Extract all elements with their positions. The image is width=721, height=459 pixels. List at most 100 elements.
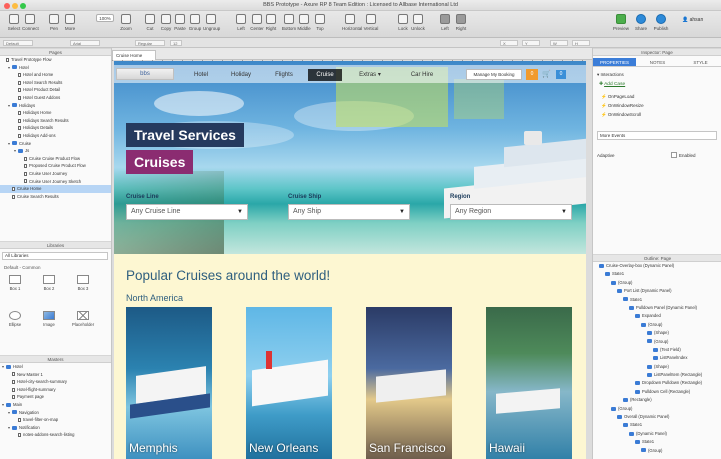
pages-item[interactable]: ▾ Holidays xyxy=(0,102,111,110)
y-field[interactable]: Y xyxy=(522,40,540,46)
cruise-card-new-orleans[interactable]: New Orleans xyxy=(246,307,332,459)
manage-booking-button[interactable]: Manage My Booking xyxy=(466,69,522,80)
pages-item[interactable]: Hotel Search Results xyxy=(0,79,111,87)
toolbar-button-horizontal-17[interactable]: Horizontal xyxy=(342,14,362,36)
cruise-card-memphis[interactable]: Memphis xyxy=(126,307,212,459)
preview-button[interactable]: Preview xyxy=(612,14,630,36)
outline-item[interactable]: (Shape) xyxy=(593,329,721,337)
nav-item-hotel[interactable]: Hotel xyxy=(184,69,218,81)
nav-item-holiday[interactable]: Holiday xyxy=(222,69,260,81)
pages-item[interactable]: Cruise User Journey Sketch xyxy=(0,178,111,186)
event-item[interactable]: ⚡ OnPageLoad xyxy=(601,92,716,101)
pages-item[interactable]: ▾ Hotel xyxy=(0,64,111,72)
pages-item[interactable]: Holidays Search Results xyxy=(0,117,111,125)
pages-item[interactable]: Cruise Home xyxy=(0,185,111,193)
masters-item[interactable]: New Master 1 xyxy=(0,371,111,379)
outline-item[interactable]: State1 xyxy=(593,438,721,446)
toolbar-button-zoom-5[interactable]: Zoom xyxy=(118,14,134,36)
cruise-line-select[interactable]: Any Cruise Line ▼ xyxy=(126,204,248,220)
cruise-ship-select[interactable]: Any Ship ▼ xyxy=(288,204,410,220)
pages-item[interactable]: ▾ Cruise xyxy=(0,140,111,148)
library-widget-box-2[interactable]: Box 2 xyxy=(38,275,60,291)
toolbar-button-pen-2[interactable]: Pen xyxy=(46,14,62,36)
pages-item[interactable]: Holidays Details xyxy=(0,124,111,132)
pages-item[interactable]: Hotel Guest Addons xyxy=(0,94,111,102)
nav-item-flights[interactable]: Flights xyxy=(266,69,302,81)
height-field[interactable]: H xyxy=(572,40,590,46)
font-family-dropdown[interactable]: Arial xyxy=(70,40,100,46)
outline-item[interactable]: (Group) xyxy=(593,447,721,455)
toolbar-button-right-13[interactable]: Right xyxy=(263,14,279,36)
outline-item[interactable]: Overall (Dynamic Panel) xyxy=(593,413,721,421)
pages-item[interactable]: Cruise Search Results xyxy=(0,193,111,201)
region-select[interactable]: Any Region ▼ xyxy=(450,204,572,220)
tab-style[interactable]: STYLE xyxy=(679,58,721,67)
notification-badge[interactable]: 0 xyxy=(556,70,566,79)
outline-item[interactable]: (Dynamic Panel) xyxy=(593,430,721,438)
outline-item[interactable]: (Rectangle) xyxy=(593,396,721,404)
pages-item[interactable]: Travel Prototype Flow xyxy=(0,56,111,64)
outline-item[interactable]: (Shape) xyxy=(593,363,721,371)
enabled-checkbox[interactable] xyxy=(671,152,677,158)
toolbar-button-select-0[interactable]: Select xyxy=(6,14,22,36)
pages-item[interactable]: Cruise User Journey xyxy=(0,170,111,178)
nav-item-extras[interactable]: Extras ▾ xyxy=(348,69,392,81)
pages-item[interactable]: ▾ Js xyxy=(0,147,111,155)
masters-item[interactable]: ▾ Navigation xyxy=(0,409,111,417)
outline-item[interactable]: (Text Field) xyxy=(593,346,721,354)
cart-icon[interactable]: 🛒 xyxy=(542,70,551,78)
outline-item[interactable]: (Group) xyxy=(593,405,721,413)
masters-item[interactable]: ▾ Main xyxy=(0,401,111,409)
masters-item[interactable]: Hotel-city-search-summary xyxy=(0,378,111,386)
toolbar-button-left-21[interactable]: Left xyxy=(437,14,453,36)
zoom-select[interactable]: 100% xyxy=(96,14,114,22)
outline-item[interactable]: State1 xyxy=(593,421,721,429)
library-widget-placeholder[interactable]: Placeholder xyxy=(72,311,94,327)
masters-item[interactable]: Payment page xyxy=(0,393,111,401)
canvas-tab-cruise-home[interactable]: Cruise Home xyxy=(112,50,156,60)
cruise-card-san-francisco[interactable]: San Francisco xyxy=(366,307,452,459)
event-item[interactable]: ⚡ OnWindowResize xyxy=(601,101,716,110)
toolbar-button-paste-8[interactable]: Paste xyxy=(172,14,188,36)
cruise-card-hawaii[interactable]: Hawaii xyxy=(486,307,572,459)
outline-item[interactable]: Dropdown Pulldown (Rectangle) xyxy=(593,379,721,387)
publish-button[interactable]: Publish xyxy=(652,14,670,36)
pages-item[interactable]: Cruise Cruise Product Flow xyxy=(0,155,111,163)
pages-item[interactable]: Hotel Product Detail xyxy=(0,86,111,94)
toolbar-button-bottom-14[interactable]: Bottom xyxy=(281,14,297,36)
toolbar-button-unlock-20[interactable]: Unlock xyxy=(410,14,426,36)
toolbar-button-group-9[interactable]: Group xyxy=(187,14,203,36)
more-events-dropdown[interactable]: More Events xyxy=(597,131,717,140)
masters-item[interactable]: ▾ Hotel xyxy=(0,363,111,371)
masters-item[interactable]: ▾ Notification xyxy=(0,424,111,432)
outline-item[interactable]: State1 xyxy=(593,270,721,278)
pages-item[interactable]: Holidays Home xyxy=(0,109,111,117)
masters-item[interactable]: Hotel-flight-summary xyxy=(0,386,111,394)
site-logo[interactable]: bbs xyxy=(116,68,174,80)
cart-count[interactable]: 0 xyxy=(526,69,538,80)
tab-properties[interactable]: PROPERTIES xyxy=(593,58,636,67)
library-dropdown[interactable]: All Libraries xyxy=(2,252,108,260)
toolbar-button-more-3[interactable]: More xyxy=(62,14,78,36)
masters-item[interactable]: travel-filter-on-map xyxy=(0,416,111,424)
add-case-link[interactable]: ✚ Add Case xyxy=(599,82,625,87)
toolbar-button-vertical-18[interactable]: Vertical xyxy=(363,14,379,36)
outline-item[interactable]: Cruise-Overlay-box (Dynamic Panel) xyxy=(593,262,721,270)
library-widget-ellipse[interactable]: Ellipse xyxy=(4,311,26,327)
tab-notes[interactable]: NOTES xyxy=(636,58,679,67)
font-size-field[interactable]: 12 xyxy=(170,40,182,46)
outline-item[interactable]: ListPanelItem (Rectangle) xyxy=(593,371,721,379)
toolbar-button-lock-19[interactable]: Lock xyxy=(395,14,411,36)
toolbar-button-top-16[interactable]: Top xyxy=(312,14,328,36)
x-field[interactable]: X xyxy=(500,40,518,46)
toolbar-button-cut-6[interactable]: Cut xyxy=(142,14,158,36)
library-widget-box-1[interactable]: Box 1 xyxy=(4,275,26,291)
outline-item[interactable]: State1 xyxy=(593,296,721,304)
outline-item[interactable]: (Group) xyxy=(593,338,721,346)
outline-item[interactable]: Pulldown Cell (Rectangle) xyxy=(593,388,721,396)
library-widget-box-3[interactable]: Box 3 xyxy=(72,275,94,291)
nav-item-cruise[interactable]: Cruise xyxy=(308,69,342,81)
toolbar-button-left-11[interactable]: Left xyxy=(233,14,249,36)
font-weight-dropdown[interactable]: Regular xyxy=(135,40,165,46)
pages-item[interactable]: Proposed Cruise Product Flow xyxy=(0,162,111,170)
